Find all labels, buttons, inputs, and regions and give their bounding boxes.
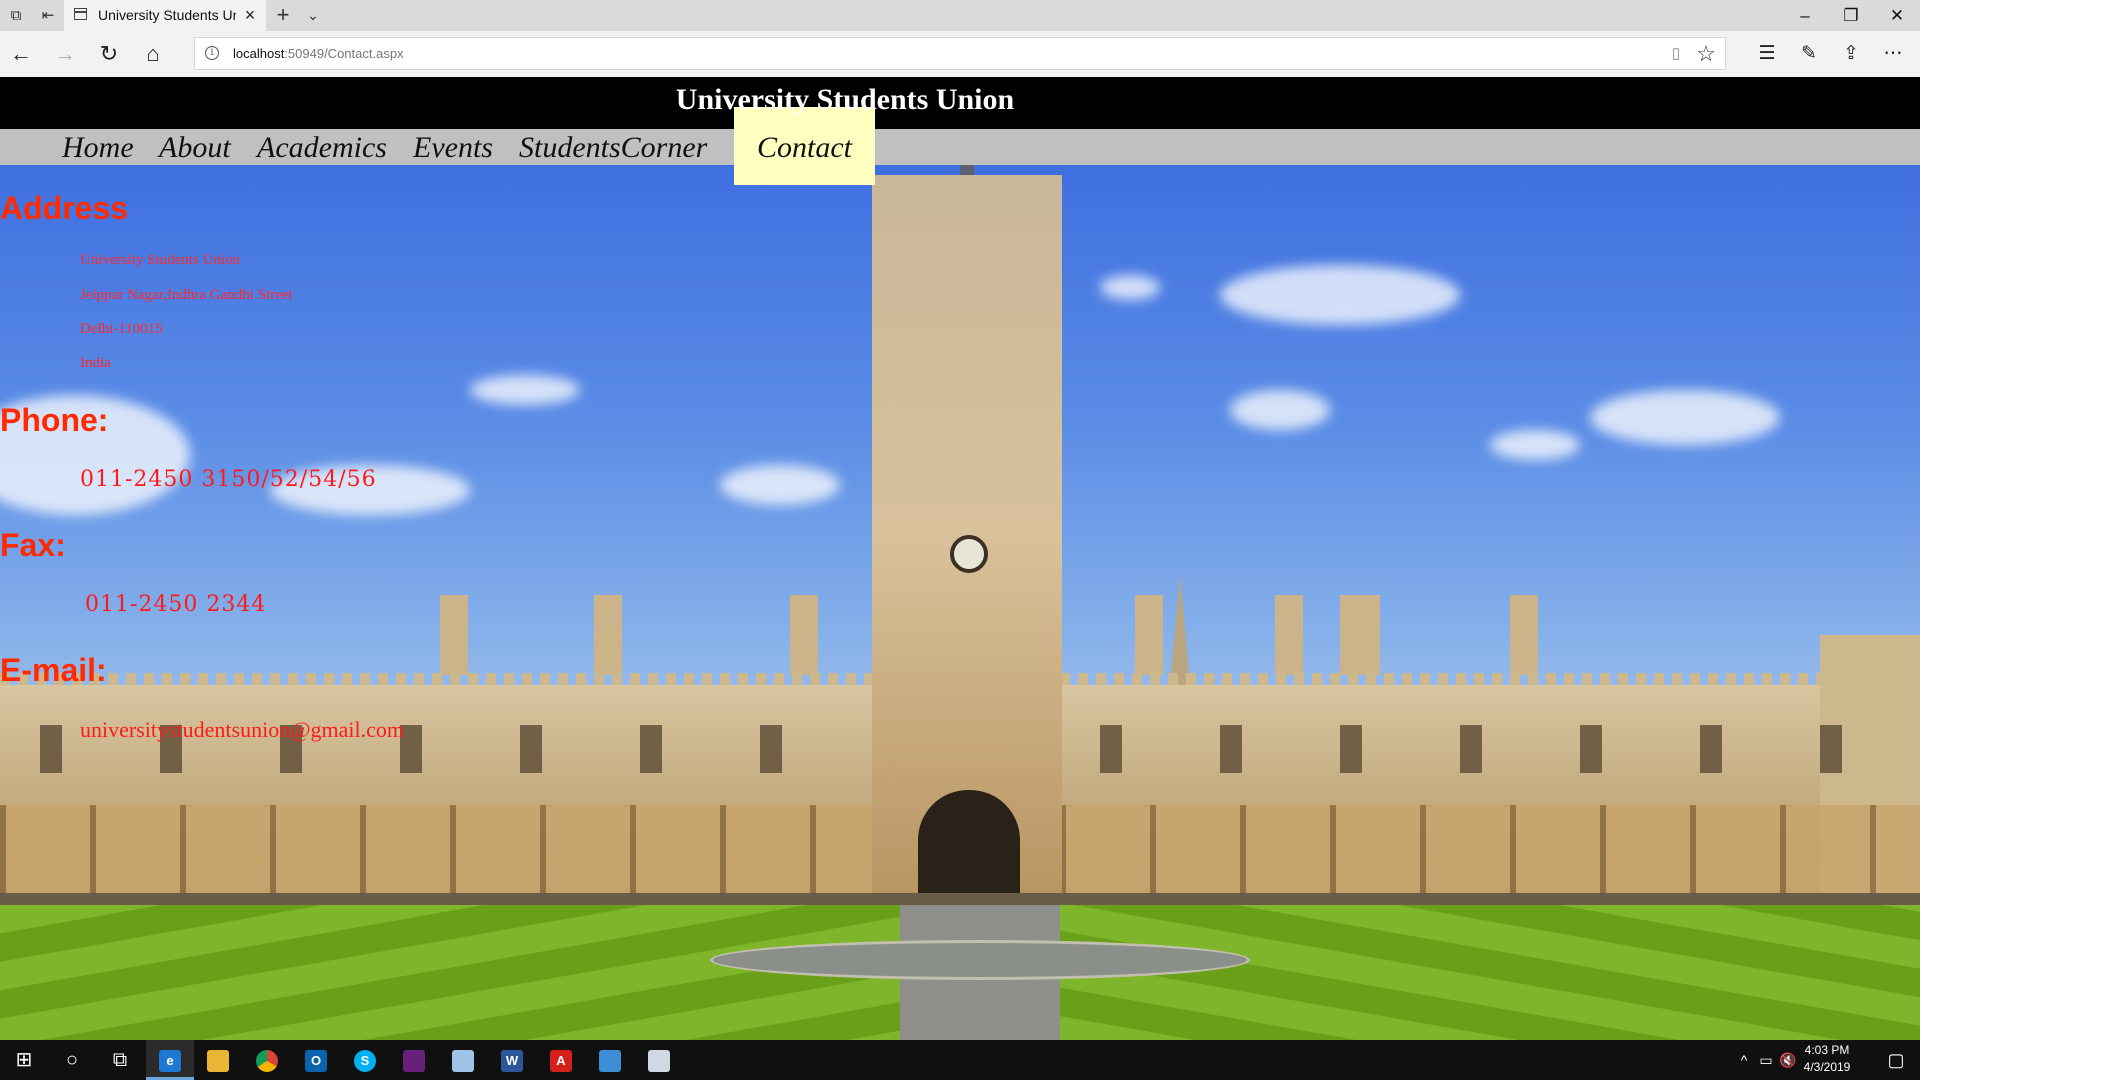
address-bar[interactable]: i localhost:50949/Contact.aspx ▯ ☆ [194,37,1726,70]
url-text[interactable]: localhost:50949/Contact.aspx [233,46,404,61]
chimney [440,595,468,675]
close-window-icon[interactable]: ✕ [1874,0,1920,31]
network-icon[interactable]: ▭ [1756,1040,1776,1080]
menu-item-studentscorner[interactable]: StudentsCorner [519,129,707,165]
window-row [1060,725,1920,773]
url-host: localhost [233,46,285,61]
pen-icon[interactable]: ✎ [1792,39,1826,69]
site-title: University Students Union [675,83,1015,116]
cloud [1490,430,1580,460]
share-icon[interactable]: ⇪ [1834,39,1868,69]
address-heading: Address [0,190,129,226]
favorites-icon[interactable]: ☰ [1750,39,1784,69]
url-path: :50949/Contact.aspx [284,46,404,61]
menu-item-events[interactable]: Events [413,129,493,165]
chimney [1135,595,1163,675]
phone-heading: Phone: [0,402,109,438]
clock-date[interactable]: 4/3/2019 [1792,1060,1862,1074]
fountain-pond [710,940,1250,980]
page-viewport: University Students Union Home About Aca… [0,77,1920,1041]
windows-taskbar: ⊞ ○ ⧉ e O S W A ^ ▭ 🔇 4:03 PM 4/3/2019 ▢ [0,1040,1920,1080]
restore-icon[interactable]: ❐ [1828,0,1874,31]
search-icon[interactable]: ○ [48,1040,96,1080]
reading-view-icon[interactable]: ▯ [1665,43,1687,65]
task-view-icon[interactable]: ⧉ [96,1040,144,1080]
cloud [1220,265,1460,325]
set-aside-tabs-icon[interactable]: ⇤ [34,4,62,28]
refresh-icon[interactable]: ↻ [94,39,124,69]
cloud [1230,390,1330,430]
menu-item-contact[interactable]: Contact [734,129,875,165]
paint-icon[interactable] [635,1040,683,1080]
clock-time[interactable]: 4:03 PM [1792,1043,1862,1057]
fax-heading: Fax: [0,527,66,563]
minimize-icon[interactable]: – [1782,0,1828,31]
arcade [0,805,880,895]
start-icon[interactable]: ⊞ [0,1040,48,1080]
edge-icon[interactable]: e [146,1040,194,1080]
menu-item-academics[interactable]: Academics [257,129,387,165]
chimney [594,595,622,675]
chimney [1340,595,1380,675]
cloud [470,375,580,405]
skype-icon[interactable]: S [341,1040,389,1080]
battlements [1060,673,1920,685]
chimney [1510,595,1538,675]
outlook-label: O [305,1049,327,1072]
fax-value: 011-2450 2344 [85,592,267,617]
address-line: University Students Union [80,252,240,268]
menu-item-home[interactable]: Home [62,129,134,165]
file-explorer-icon[interactable] [194,1040,242,1080]
tab-title: University Students Union [98,7,236,23]
menu-item-about[interactable]: About [159,129,231,165]
arcade [1060,805,1920,895]
forward-icon[interactable]: → [50,39,80,69]
star-icon[interactable]: ☆ [1693,41,1719,67]
word-icon[interactable]: W [488,1040,536,1080]
back-icon[interactable]: ← [6,39,36,69]
email-value: universitystudentsunion@gmail.com [80,717,404,742]
more-icon[interactable]: ⋯ [1876,39,1910,69]
cloud [1100,275,1160,300]
address-line: Delhi-110015 [80,321,163,337]
home-icon[interactable]: ⌂ [138,39,168,69]
chimney [790,595,818,675]
clock-icon [950,535,988,573]
browser-nav-bar: ← → ↻ ⌂ i localhost:50949/Contact.aspx ▯… [0,31,1920,77]
notification-icon[interactable]: ▢ [1872,1040,1920,1080]
word-label: W [501,1049,523,1072]
skype-label: S [354,1049,376,1072]
browser-tab[interactable]: University Students Union × [64,0,266,31]
tab-manager-icon[interactable]: ⧉ [2,4,30,28]
battlements [0,673,880,685]
page-icon [74,8,87,20]
acrobat-label: A [550,1049,572,1072]
spire [1170,575,1190,685]
remote-desktop-icon[interactable] [586,1040,634,1080]
cloud [1590,390,1780,445]
address-line: Jeippar Nagar,Indhra Gandhi Street [80,287,293,303]
plus-icon[interactable]: + [270,2,296,28]
sql-tool-icon[interactable] [439,1040,487,1080]
phone-value: 011-2450 3150/52/54/56 [80,467,377,492]
address-line: India [80,355,111,371]
close-icon[interactable]: × [240,4,260,26]
acrobat-icon[interactable]: A [537,1040,585,1080]
chevron-up-icon[interactable]: ^ [1734,1040,1754,1080]
chimney [1275,595,1303,675]
info-icon[interactable]: i [205,46,219,60]
cloud [720,465,840,505]
chevron-down-icon[interactable]: ⌄ [302,3,324,27]
browser-tab-bar: ⧉ ⇤ University Students Union × + ⌄ – ❐ … [0,0,1920,31]
email-heading: E-mail: [0,652,107,688]
chrome-icon[interactable] [243,1040,291,1080]
visual-studio-icon[interactable] [390,1040,438,1080]
outlook-icon[interactable]: O [292,1040,340,1080]
